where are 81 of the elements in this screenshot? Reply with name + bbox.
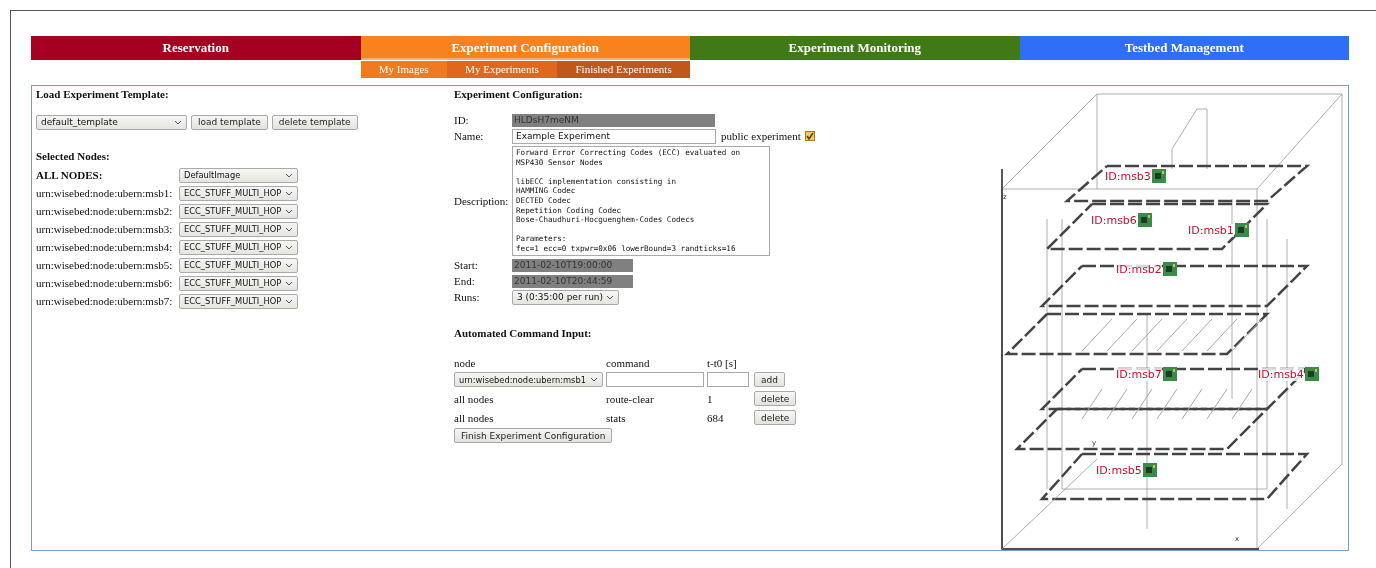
end-field: 2011-02-10T20:44:59 <box>512 274 633 288</box>
caret-icon <box>285 190 293 196</box>
caret-icon <box>285 262 293 268</box>
caret-icon <box>285 208 293 214</box>
node-id-label: ID:msb3 <box>1105 169 1151 183</box>
caret-icon <box>285 280 293 286</box>
caret-icon <box>590 377 598 382</box>
field-label: ID: <box>454 114 470 126</box>
image-select[interactable]: ECC_STUFF_MULTI_HOP <box>179 257 298 273</box>
sensor-board-icon <box>1304 367 1319 381</box>
name-field[interactable]: Example Experiment <box>512 128 716 144</box>
table-cell-text: 684 <box>707 411 725 424</box>
template-button[interactable]: load template <box>191 114 268 130</box>
table-cell-text: stats <box>606 411 627 424</box>
sub-tab[interactable]: Finished Experiments <box>557 61 690 78</box>
table-cell-text: all nodes <box>454 411 495 424</box>
node-label: urn:wisebed:node:ubern:msb1: <box>36 187 174 199</box>
template-select[interactable]: default_template <box>36 114 187 130</box>
checkbox[interactable] <box>804 131 815 141</box>
field-label: Start: <box>454 259 479 271</box>
public-label: public experiment <box>721 130 801 142</box>
table-cell-text: all nodes <box>454 392 495 405</box>
runs-select[interactable]: 3 (0:35:00 per run) <box>512 289 619 305</box>
node-label: urn:wisebed:node:ubern:msb5: <box>36 259 174 271</box>
field-label: Runs: <box>454 291 481 303</box>
caret-icon <box>174 119 182 125</box>
section-heading: Load Experiment Template: <box>36 88 170 102</box>
command-field[interactable] <box>606 372 704 387</box>
sensor-board-icon <box>1162 367 1177 381</box>
column-header: command <box>606 356 651 369</box>
delete-button[interactable]: delete <box>754 410 797 425</box>
finish-button[interactable]: Finish Experiment Configuration <box>454 428 613 443</box>
caret-icon <box>285 226 293 232</box>
nav-tab[interactable]: Testbed Management <box>1019 36 1349 60</box>
image-select[interactable]: DefaultImage <box>179 167 298 183</box>
node-id-label: ID:msb4 <box>1258 367 1304 381</box>
caret-icon <box>285 298 293 304</box>
image-select[interactable]: ECC_STUFF_MULTI_HOP <box>179 275 298 291</box>
node-id-label: ID:msb2 <box>1116 262 1162 276</box>
sensor-board-icon <box>1142 463 1157 477</box>
node-label: urn:wisebed:node:ubern:msb7: <box>36 295 174 307</box>
image-select[interactable]: ECC_STUFF_MULTI_HOP <box>179 185 298 201</box>
id-field: HLDsH7meNM <box>512 113 715 127</box>
node-id-label: ID:msb1 <box>1188 223 1234 237</box>
node-id-label: ID:msb6 <box>1091 213 1137 227</box>
sensor-board-icon <box>1234 223 1249 237</box>
nav-tab[interactable]: Reservation <box>31 36 361 60</box>
start-field: 2011-02-10T19:00:00 <box>512 258 633 272</box>
node-select[interactable]: urn:wisebed:node:ubern:msb1 <box>454 372 603 387</box>
image-select[interactable]: ECC_STUFF_MULTI_HOP <box>179 221 298 237</box>
caret-icon <box>606 294 614 300</box>
add-button[interactable]: add <box>754 372 785 387</box>
sensor-board-icon <box>1162 262 1177 276</box>
field-label: End: <box>454 275 476 287</box>
node-label: urn:wisebed:node:ubern:msb6: <box>36 277 174 289</box>
section-heading: Selected Nodes: <box>36 150 111 164</box>
image-select[interactable]: ECC_STUFF_MULTI_HOP <box>179 293 298 309</box>
sensor-board-icon <box>1151 169 1166 183</box>
column-header: node <box>454 356 477 369</box>
field-label: Name: <box>454 130 485 142</box>
caret-icon <box>285 172 293 178</box>
node-id-label: ID:msb7 <box>1116 367 1162 381</box>
section-heading: Automated Command Input: <box>454 327 593 341</box>
all-nodes-label: ALL NODES: <box>36 169 104 181</box>
image-select[interactable]: ECC_STUFF_MULTI_HOP <box>179 239 298 255</box>
table-cell-text: 1 <box>707 392 714 405</box>
image-select[interactable]: ECC_STUFF_MULTI_HOP <box>179 203 298 219</box>
time-field[interactable] <box>707 372 749 387</box>
caret-icon <box>285 244 293 250</box>
nav-tab[interactable]: Experiment Monitoring <box>690 36 1020 60</box>
node-label: urn:wisebed:node:ubern:msb4: <box>36 241 174 253</box>
table-cell-text: route-clear <box>606 392 655 405</box>
node-id-label: ID:msb5 <box>1096 463 1142 477</box>
template-button[interactable]: delete template <box>271 114 358 130</box>
section-heading: Experiment Configuration: <box>454 88 584 102</box>
sensor-board-icon <box>1137 213 1152 227</box>
column-header: t-t0 [s] <box>707 356 738 369</box>
node-label: urn:wisebed:node:ubern:msb2: <box>36 205 174 217</box>
node-label: urn:wisebed:node:ubern:msb3: <box>36 223 174 235</box>
delete-button[interactable]: delete <box>754 391 797 406</box>
field-label: Description: <box>454 195 510 207</box>
